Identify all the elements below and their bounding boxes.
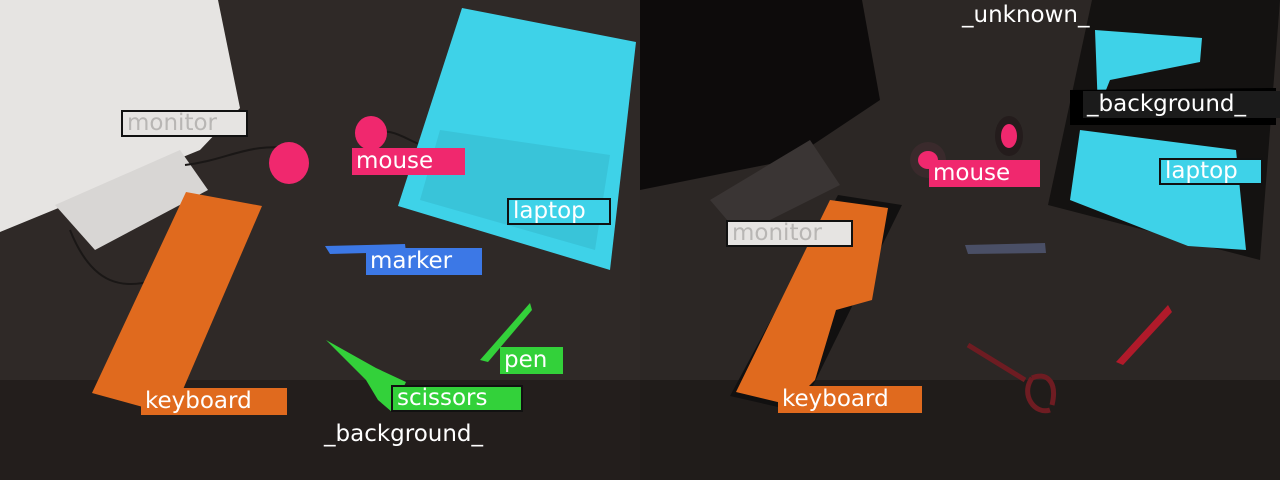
mouse-mask: [355, 116, 387, 150]
right-segmentation-panel: _unknown_ _background_ mouse laptop moni…: [640, 0, 1280, 480]
label-monitor: monitor: [726, 220, 853, 247]
label-keyboard: keyboard: [141, 388, 287, 415]
label-background: _background_: [324, 421, 484, 447]
label-scissors: scissors: [391, 385, 523, 412]
left-segmentation-panel: monitor mouse laptop marker keyboard pen…: [0, 0, 640, 480]
label-keyboard: keyboard: [778, 386, 922, 413]
label-unknown: _unknown_: [962, 2, 1090, 28]
label-mouse: mouse: [929, 160, 1040, 187]
label-laptop: laptop: [507, 198, 611, 225]
mouse-mask: [269, 142, 309, 184]
label-marker: marker: [366, 248, 482, 275]
left-scene: [0, 0, 640, 480]
label-background: _background_: [1083, 91, 1280, 118]
label-laptop: laptop: [1159, 158, 1263, 185]
label-monitor: monitor: [121, 110, 248, 137]
label-mouse: mouse: [352, 148, 465, 175]
mouse-mask: [1001, 124, 1017, 148]
label-pen: pen: [500, 347, 563, 374]
